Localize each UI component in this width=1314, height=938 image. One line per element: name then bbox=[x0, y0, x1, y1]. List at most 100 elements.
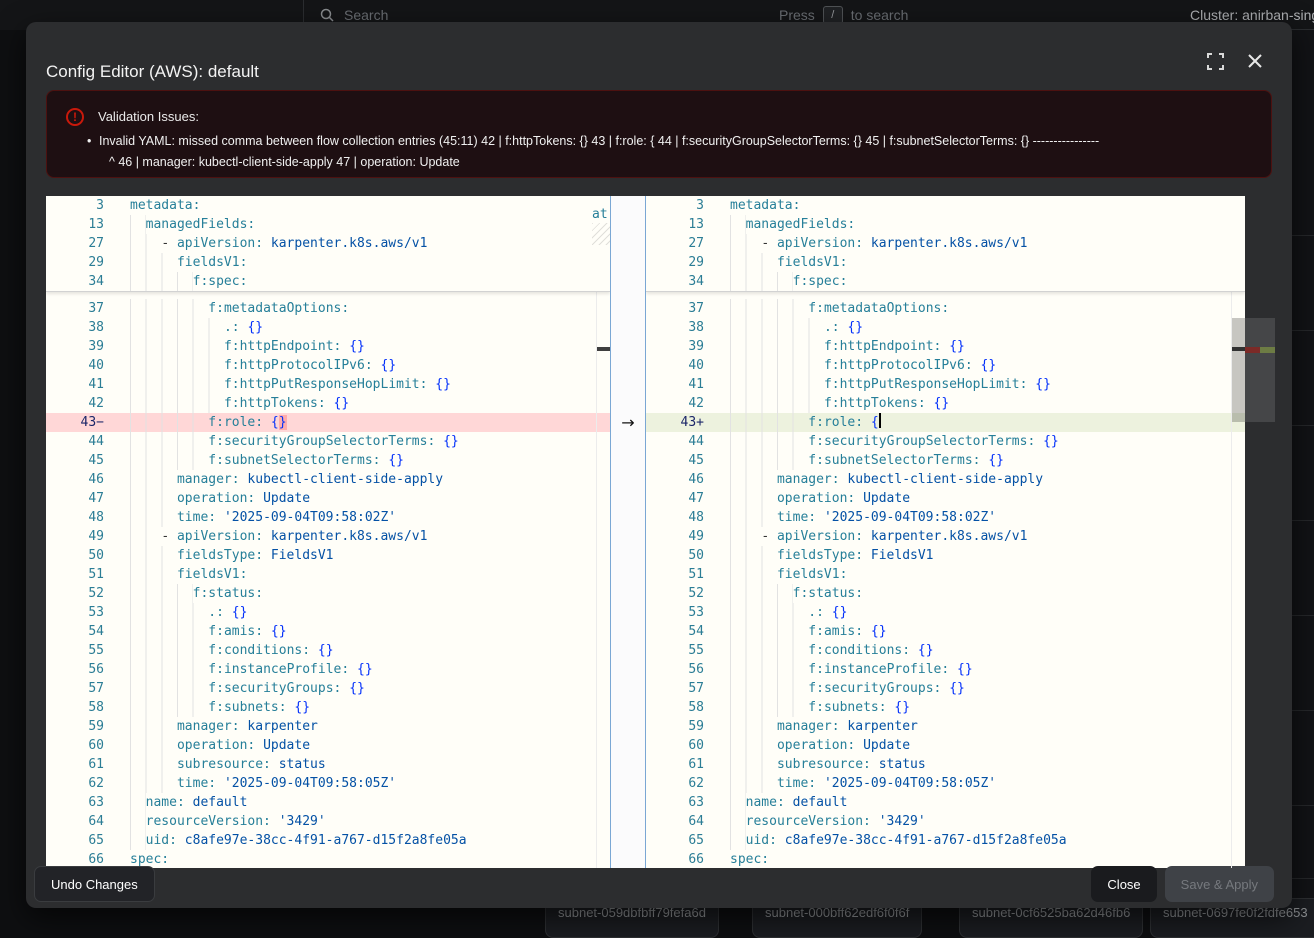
code-line[interactable]: 43+f:role: { bbox=[646, 413, 1245, 432]
code-line[interactable]: 65uid: c8afe97e-38cc-4f91-a767-d15f2a8fe… bbox=[46, 831, 610, 850]
code-line[interactable]: 58f:subnets: {} bbox=[46, 698, 610, 717]
validation-message: • Invalid YAML: missed comma between flo… bbox=[99, 131, 1255, 173]
code-line[interactable]: 3metadata: bbox=[646, 196, 1245, 215]
left-scrollbar[interactable] bbox=[596, 196, 610, 868]
line-number: 29 bbox=[646, 253, 714, 272]
code-line[interactable]: 42f:httpTokens: {} bbox=[646, 394, 1245, 413]
code-line[interactable]: 40f:httpProtocolIPv6: {} bbox=[46, 356, 610, 375]
code-line[interactable]: 47operation: Update bbox=[646, 489, 1245, 508]
line-number: 59 bbox=[646, 717, 714, 736]
code-line[interactable]: 63name: default bbox=[46, 793, 610, 812]
line-number: 49 bbox=[46, 527, 114, 546]
line-number: 53 bbox=[46, 603, 114, 622]
code-line[interactable]: 42f:httpTokens: {} bbox=[46, 394, 610, 413]
code-line[interactable]: 54f:amis: {} bbox=[46, 622, 610, 641]
code-line[interactable]: 48time: '2025-09-04T09:58:02Z' bbox=[646, 508, 1245, 527]
code-line[interactable]: 58f:subnets: {} bbox=[646, 698, 1245, 717]
code-line[interactable]: 45f:subnetSelectorTerms: {} bbox=[646, 451, 1245, 470]
code-line[interactable]: 62time: '2025-09-04T09:58:05Z' bbox=[646, 774, 1245, 793]
code-line[interactable]: 44f:securityGroupSelectorTerms: {} bbox=[46, 432, 610, 451]
code-line[interactable]: 63name: default bbox=[646, 793, 1245, 812]
code-line[interactable]: 53.: {} bbox=[46, 603, 610, 622]
code-line[interactable]: 39f:httpEndpoint: {} bbox=[46, 337, 610, 356]
clipped-text-fragment: at bbox=[592, 205, 608, 224]
code-line[interactable]: 56f:instanceProfile: {} bbox=[646, 660, 1245, 679]
code-line[interactable]: 62time: '2025-09-04T09:58:05Z' bbox=[46, 774, 610, 793]
code-line[interactable]: 60operation: Update bbox=[646, 736, 1245, 755]
code-line[interactable]: 41f:httpPutResponseHopLimit: {} bbox=[646, 375, 1245, 394]
code-line[interactable]: 38.: {} bbox=[46, 318, 610, 337]
line-number: 57 bbox=[46, 679, 114, 698]
line-number: 55 bbox=[46, 641, 114, 660]
code-line[interactable]: 48time: '2025-09-04T09:58:02Z' bbox=[46, 508, 610, 527]
code-line[interactable]: 60operation: Update bbox=[46, 736, 610, 755]
code-line[interactable]: 13managedFields: bbox=[46, 215, 610, 234]
code-line[interactable]: 29fieldsV1: bbox=[46, 253, 610, 272]
code-line[interactable]: 34f:spec: bbox=[646, 272, 1245, 291]
bullet: • bbox=[87, 131, 91, 152]
code-line[interactable]: 54f:amis: {} bbox=[646, 622, 1245, 641]
code-line[interactable]: 55f:conditions: {} bbox=[646, 641, 1245, 660]
code-line[interactable]: 27- apiVersion: karpenter.k8s.aws/v1 bbox=[646, 234, 1245, 253]
code-line[interactable]: 55f:conditions: {} bbox=[46, 641, 610, 660]
code-line[interactable]: 59manager: karpenter bbox=[46, 717, 610, 736]
code-line[interactable]: 64resourceVersion: '3429' bbox=[46, 812, 610, 831]
close-button[interactable]: Close bbox=[1091, 866, 1156, 902]
line-number: 60 bbox=[646, 736, 714, 755]
line-number: 38 bbox=[646, 318, 714, 337]
code-line[interactable]: 37f:metadataOptions: bbox=[646, 299, 1245, 318]
code-line[interactable]: 64resourceVersion: '3429' bbox=[646, 812, 1245, 831]
code-line[interactable]: 52f:status: bbox=[646, 584, 1245, 603]
code-line[interactable]: 57f:securityGroups: {} bbox=[646, 679, 1245, 698]
revert-change-arrow[interactable]: → bbox=[611, 413, 645, 432]
save-apply-button[interactable]: Save & Apply bbox=[1165, 866, 1274, 902]
line-number: 54 bbox=[646, 622, 714, 641]
code-line[interactable]: 56f:instanceProfile: {} bbox=[46, 660, 610, 679]
search-input[interactable]: Search bbox=[344, 7, 388, 23]
code-line[interactable]: 45f:subnetSelectorTerms: {} bbox=[46, 451, 610, 470]
search-shortcut-hint: Press / to search bbox=[779, 6, 908, 24]
code-line[interactable]: 38.: {} bbox=[646, 318, 1245, 337]
code-line[interactable]: 13managedFields: bbox=[646, 215, 1245, 234]
code-line[interactable]: 41f:httpPutResponseHopLimit: {} bbox=[46, 375, 610, 394]
code-line[interactable]: 40f:httpProtocolIPv6: {} bbox=[646, 356, 1245, 375]
right-scrollbar[interactable] bbox=[1231, 196, 1245, 868]
diff-original-pane[interactable]: 3metadata:13managedFields:27- apiVersion… bbox=[46, 196, 610, 868]
code-line[interactable]: 57f:securityGroups: {} bbox=[46, 679, 610, 698]
code-line[interactable]: 61subresource: status bbox=[46, 755, 610, 774]
expand-icon[interactable] bbox=[1198, 44, 1232, 78]
code-line[interactable]: 44f:securityGroupSelectorTerms: {} bbox=[646, 432, 1245, 451]
code-line[interactable]: 51fieldsV1: bbox=[46, 565, 610, 584]
code-line[interactable]: 51fieldsV1: bbox=[646, 565, 1245, 584]
code-line[interactable]: 49- apiVersion: karpenter.k8s.aws/v1 bbox=[46, 527, 610, 546]
code-line[interactable]: 59manager: karpenter bbox=[646, 717, 1245, 736]
line-number: 45 bbox=[46, 451, 114, 470]
code-line[interactable]: 47operation: Update bbox=[46, 489, 610, 508]
diff-overview-ruler[interactable] bbox=[1245, 196, 1275, 868]
code-line[interactable]: 50fieldsType: FieldsV1 bbox=[46, 546, 610, 565]
code-line[interactable]: 46manager: kubectl-client-side-apply bbox=[646, 470, 1245, 489]
undo-changes-button[interactable]: Undo Changes bbox=[34, 866, 155, 902]
line-number: 61 bbox=[646, 755, 714, 774]
code-line[interactable]: 61subresource: status bbox=[646, 755, 1245, 774]
code-line[interactable]: 27- apiVersion: karpenter.k8s.aws/v1 bbox=[46, 234, 610, 253]
modal-title: Config Editor (AWS): default bbox=[46, 62, 259, 82]
code-line[interactable]: 37f:metadataOptions: bbox=[46, 299, 610, 318]
diff-modified-pane[interactable]: 3metadata:13managedFields:27- apiVersion… bbox=[646, 196, 1245, 868]
line-number: 52 bbox=[646, 584, 714, 603]
code-line[interactable]: 52f:status: bbox=[46, 584, 610, 603]
code-line[interactable]: 34f:spec: bbox=[46, 272, 610, 291]
code-line[interactable]: 49- apiVersion: karpenter.k8s.aws/v1 bbox=[646, 527, 1245, 546]
code-line[interactable]: 46manager: kubectl-client-side-apply bbox=[46, 470, 610, 489]
code-line[interactable]: 50fieldsType: FieldsV1 bbox=[646, 546, 1245, 565]
code-line[interactable]: 65uid: c8afe97e-38cc-4f91-a767-d15f2a8fe… bbox=[646, 831, 1245, 850]
code-line[interactable]: 29fieldsV1: bbox=[646, 253, 1245, 272]
code-line[interactable]: 3metadata: bbox=[46, 196, 610, 215]
scrollbar-slider[interactable] bbox=[1232, 318, 1245, 422]
line-number: 44 bbox=[646, 432, 714, 451]
code-line[interactable]: 53.: {} bbox=[646, 603, 1245, 622]
code-line[interactable]: 39f:httpEndpoint: {} bbox=[646, 337, 1245, 356]
code-line[interactable]: 43−f:role: {} bbox=[46, 413, 610, 432]
close-icon[interactable] bbox=[1238, 44, 1272, 78]
overview-slider[interactable] bbox=[1245, 318, 1275, 422]
